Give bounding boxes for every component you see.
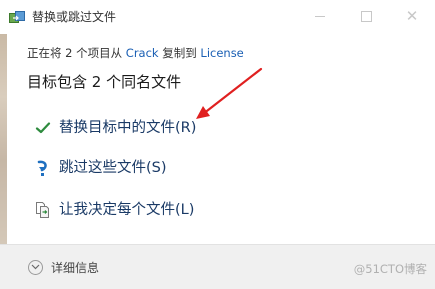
maximize-icon [360,10,372,22]
title-bar[interactable]: 替换或跳过文件 ✕ [0,0,435,34]
copy-status-text: 正在将 2 个项目从 Crack 复制到 License [27,45,244,61]
more-details-button[interactable]: 详细信息 [28,258,99,276]
check-icon [34,119,52,137]
compare-files-icon [34,201,52,219]
watermark: @51CTO博客 [353,262,427,276]
decide-each-file-option[interactable]: 让我决定每个文件(L) [34,198,194,222]
replace-or-skip-dialog: 替换或跳过文件 ✕ 正在将 2 个项目从 Crack 复制到 License 目… [0,0,435,289]
replace-files-label: 替换目标中的文件(R) [59,120,197,136]
conflict-headline: 目标包含 2 个同名文件 [27,73,182,91]
skip-files-label: 跳过这些文件(S) [59,160,167,176]
maximize-button[interactable] [343,0,389,32]
status-middle: 复制到 [162,46,197,60]
status-prefix: 正在将 2 个项目从 [27,46,123,60]
destination-folder-link[interactable]: License [200,46,243,60]
minimize-icon [315,15,325,17]
background-window-strip [0,34,7,244]
close-button[interactable]: ✕ [389,0,435,32]
dialog-footer: 详细信息 @51CTO博客 [0,244,435,289]
close-icon: ✕ [405,6,419,25]
copy-files-icon [9,10,25,24]
chevron-down-icon [28,259,43,275]
window-title: 替换或跳过文件 [32,10,117,24]
more-details-label: 详细信息 [51,260,100,275]
minimize-button[interactable] [297,0,343,32]
skip-arrow-icon [34,159,52,177]
decide-each-file-label: 让我决定每个文件(L) [59,202,195,218]
replace-files-option[interactable]: 替换目标中的文件(R) [34,116,196,140]
skip-files-option[interactable]: 跳过这些文件(S) [34,156,167,180]
source-folder-link[interactable]: Crack [126,46,159,60]
